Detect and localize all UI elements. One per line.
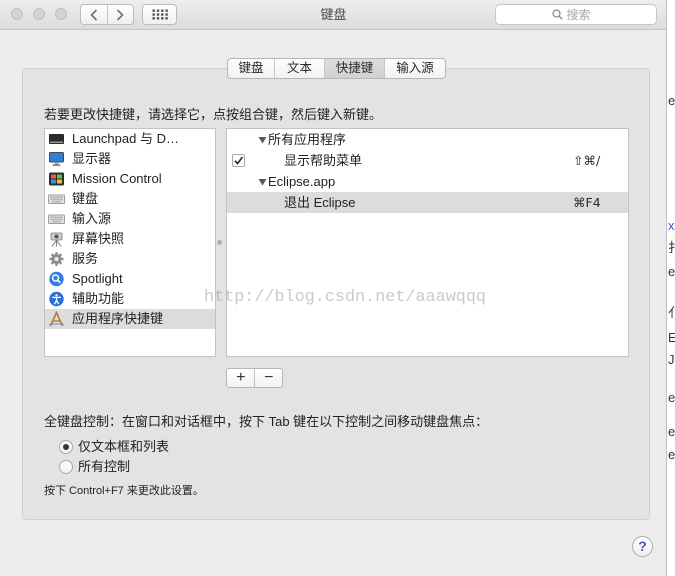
shortcut-item-show-help-menu[interactable]: 显示帮助菜单 ⇧⌘/ <box>227 150 628 171</box>
shortcut-category-list[interactable]: Launchpad 与 D… 显示器 Mission Control 键盘 输入… <box>44 128 216 357</box>
search-icon <box>551 9 563 20</box>
category-label: Launchpad 与 D… <box>72 131 179 146</box>
full-keyboard-access-description: 全键盘控制：在窗口和对话框中，按下 Tab 键在以下控制之间移动键盘焦点： <box>44 414 489 429</box>
help-button[interactable]: ? <box>632 536 653 557</box>
spotlight-icon <box>49 271 64 287</box>
shortcut-group-all-apps[interactable]: 所有应用程序 <box>227 129 628 150</box>
category-item-screenshots[interactable]: 屏幕快照 <box>45 229 215 249</box>
title-bar: 键盘 <box>0 0 666 30</box>
radio-button[interactable] <box>59 440 73 454</box>
search-field[interactable] <box>495 4 657 25</box>
shortcut-group-label: Eclipse.app <box>268 174 336 189</box>
launchpad-icon <box>49 134 64 144</box>
checkmark-icon <box>234 156 244 165</box>
category-label: Spotlight <box>72 271 123 286</box>
shortcut-label: 退出 Eclipse <box>284 195 356 210</box>
background-text-fragment: xu <box>668 218 675 233</box>
add-shortcut-button[interactable]: + <box>227 369 254 387</box>
background-text-fragment: Ju <box>668 352 675 367</box>
category-item-services[interactable]: 服务 <box>45 249 215 269</box>
display-icon <box>49 152 64 166</box>
category-item-displays[interactable]: 显示器 <box>45 149 215 169</box>
disclosure-triangle-icon[interactable] <box>258 178 267 186</box>
input-source-icon <box>48 214 65 224</box>
keyboard-access-hint: 按下 Control+F7 来更改此设置。 <box>44 485 204 497</box>
radio-button[interactable] <box>59 460 73 474</box>
category-label: 应用程序快捷键 <box>72 311 164 326</box>
background-text-fragment: E <box>668 330 675 345</box>
category-item-keyboard[interactable]: 键盘 <box>45 189 215 209</box>
tab-text[interactable]: 文本 <box>274 59 324 78</box>
shortcut-keys[interactable]: ⌘F4 <box>573 192 601 213</box>
background-text-fragment: 亻 <box>668 305 675 320</box>
category-item-spotlight[interactable]: Spotlight <box>45 269 215 289</box>
background-text-fragment: e <box>668 447 675 462</box>
mission-control-icon <box>49 172 64 186</box>
app-shortcuts-icon <box>49 311 64 327</box>
search-input[interactable] <box>566 7 601 22</box>
category-label: 屏幕快照 <box>72 231 125 246</box>
shortcut-group-label: 所有应用程序 <box>268 132 347 147</box>
services-icon <box>49 252 64 266</box>
accessibility-icon <box>49 291 64 307</box>
tab-shortcuts[interactable]: 快捷键 <box>324 59 384 78</box>
radio-dot <box>63 444 69 450</box>
category-label: 显示器 <box>72 151 112 166</box>
shortcuts-instruction: 若要更改快捷键，请选择它，点按组合键，然后键入新键。 <box>44 107 383 122</box>
shortcut-group-eclipse[interactable]: Eclipse.app <box>227 171 628 192</box>
shortcut-enabled-checkbox[interactable] <box>232 154 245 167</box>
keyboard-icon <box>48 194 65 204</box>
shortcut-item-quit-eclipse[interactable]: 退出 Eclipse ⌘F4 <box>227 192 628 213</box>
background-text-fragment: 扌 <box>668 240 675 255</box>
disclosure-triangle-icon[interactable] <box>258 136 267 144</box>
category-label: 服务 <box>72 251 99 266</box>
category-item-accessibility[interactable]: 辅助功能 <box>45 289 215 309</box>
tab-keyboard[interactable]: 键盘 <box>228 59 274 78</box>
remove-shortcut-button[interactable]: − <box>254 369 282 387</box>
radio-label[interactable]: 所有控制 <box>78 459 130 475</box>
category-label: 辅助功能 <box>72 291 125 306</box>
category-label: 键盘 <box>72 191 99 206</box>
category-label: Mission Control <box>72 171 162 186</box>
shortcut-keys[interactable]: ⇧⌘/ <box>573 150 600 171</box>
splitter-handle[interactable] <box>217 240 222 245</box>
preferences-window: 键盘 键盘 文本 快捷键 输入源 若要更改快捷键，请选择它，点按组合键，然后键入… <box>0 0 667 576</box>
tab-input-sources[interactable]: 输入源 <box>384 59 445 78</box>
shortcut-list[interactable]: 所有应用程序 显示帮助菜单 ⇧⌘/ Eclipse.app 退出 Eclipse… <box>226 128 629 357</box>
screenshot-icon <box>50 232 63 247</box>
background-text-fragment: e <box>668 93 675 108</box>
shortcut-label: 显示帮助菜单 <box>284 153 363 168</box>
category-item-input-sources[interactable]: 输入源 <box>45 209 215 229</box>
category-label: 输入源 <box>72 211 112 226</box>
background-text-fragment: e <box>668 390 675 405</box>
background-text-fragment: e <box>668 424 675 439</box>
category-item-mission-control[interactable]: Mission Control <box>45 169 215 189</box>
background-window-edge: e xu 扌 e 亻 E Ju e e e <box>668 0 675 576</box>
add-remove-control: + − <box>226 368 283 388</box>
background-text-fragment: e <box>668 264 675 279</box>
category-item-app-shortcuts[interactable]: 应用程序快捷键 <box>45 309 215 329</box>
tab-bar: 键盘 文本 快捷键 输入源 <box>227 58 446 79</box>
radio-label[interactable]: 仅文本框和列表 <box>78 439 169 455</box>
category-item-launchpad[interactable]: Launchpad 与 D… <box>45 129 215 149</box>
